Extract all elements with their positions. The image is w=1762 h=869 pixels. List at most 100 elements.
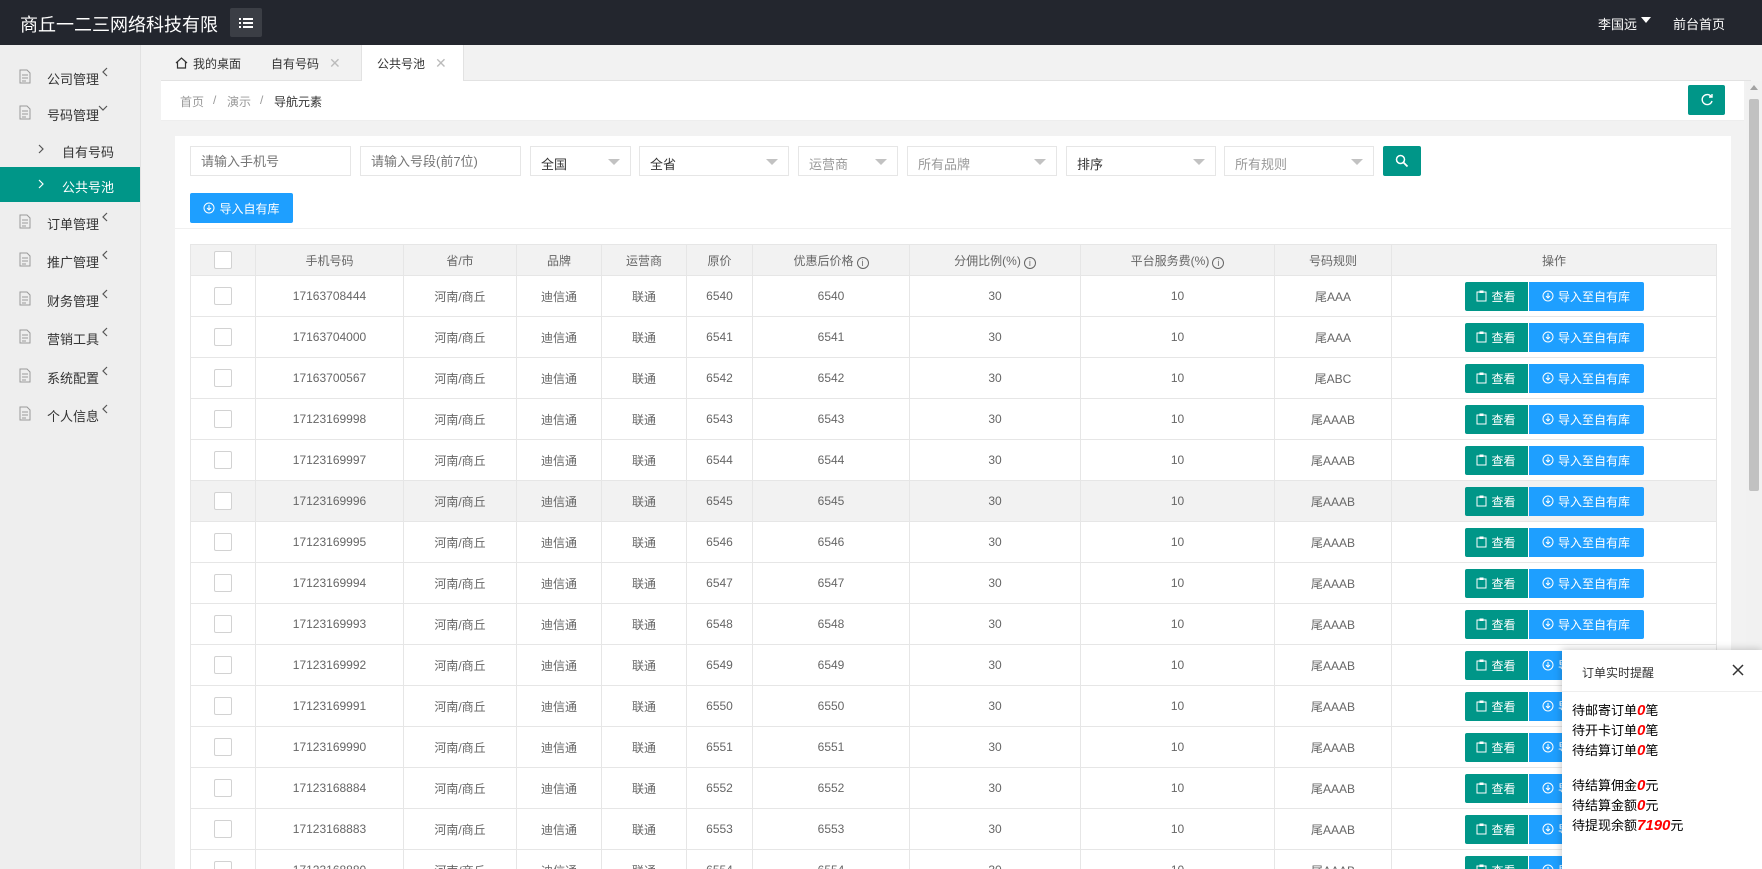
search-button[interactable] <box>1383 146 1421 176</box>
info-icon[interactable]: i <box>856 256 869 269</box>
tab-own-numbers[interactable]: 自有号码 ✕ <box>271 45 341 81</box>
view-button[interactable]: 查看 <box>1464 568 1528 598</box>
row-checkbox[interactable] <box>214 779 232 797</box>
view-button[interactable]: 查看 <box>1464 814 1528 844</box>
tab-bar: 我的桌面 自有号码 ✕ 公共号池 ✕ <box>161 45 1751 82</box>
row-checkbox[interactable] <box>214 615 232 633</box>
row-checkbox-cell[interactable] <box>190 398 256 440</box>
download-circle-icon <box>1542 864 1554 869</box>
info-icon[interactable]: i <box>1023 256 1036 269</box>
row-checkbox-cell[interactable] <box>190 644 256 686</box>
view-button[interactable]: 查看 <box>1464 322 1528 352</box>
sort-select[interactable]: 排序 <box>1066 146 1216 176</box>
sidebar-item-1[interactable]: 公司管理 <box>0 58 140 94</box>
close-icon[interactable]: ✕ <box>329 55 341 72</box>
import-own-button[interactable]: 导入自有库 <box>190 193 293 223</box>
refresh-button[interactable] <box>1688 85 1725 115</box>
scrollbar-thumb[interactable] <box>1749 99 1759 491</box>
tab-desktop[interactable]: 我的桌面 <box>175 45 241 81</box>
caret-down-icon[interactable] <box>1641 17 1651 23</box>
row-checkbox[interactable] <box>214 533 232 551</box>
close-icon[interactable]: ✕ <box>435 55 447 72</box>
row-checkbox[interactable] <box>214 451 232 469</box>
row-checkbox[interactable] <box>214 574 232 592</box>
row-checkbox[interactable] <box>214 492 232 510</box>
select-value: 所有规则 <box>1235 157 1288 172</box>
row-checkbox-cell[interactable] <box>190 316 256 358</box>
sidebar-item-4[interactable]: 推广管理 <box>0 241 140 277</box>
row-checkbox-cell[interactable] <box>190 767 256 809</box>
view-button[interactable]: 查看 <box>1464 732 1528 762</box>
row-checkbox[interactable] <box>214 738 232 756</box>
import-to-own-button[interactable]: 导入至自有库 <box>1528 281 1644 311</box>
select-all-checkbox[interactable] <box>214 251 232 269</box>
import-to-own-button[interactable]: 导入至自有库 <box>1528 445 1644 475</box>
tab-public-pool[interactable]: 公共号池 ✕ <box>361 45 464 82</box>
row-checkbox-cell[interactable] <box>190 480 256 522</box>
sidebar-item-2[interactable]: 号码管理 <box>0 94 140 130</box>
table-cell: 30 <box>909 357 1081 399</box>
rule-select[interactable]: 所有规则 <box>1224 146 1374 176</box>
phone-input[interactable] <box>190 146 351 176</box>
sidebar-item-8[interactable]: 个人信息 <box>0 395 140 431</box>
info-icon[interactable]: i <box>1212 256 1225 269</box>
segment-input[interactable] <box>360 146 521 176</box>
row-checkbox-cell[interactable] <box>190 603 256 645</box>
row-checkbox[interactable] <box>214 287 232 305</box>
province-select[interactable]: 全省 <box>639 146 789 176</box>
view-button[interactable]: 查看 <box>1464 486 1528 516</box>
import-to-own-button[interactable]: 导入至自有库 <box>1528 322 1644 352</box>
brand-select[interactable]: 所有品牌 <box>907 146 1057 176</box>
scroll-up-icon[interactable] <box>1750 85 1758 90</box>
front-home-link[interactable]: 前台首页 <box>1673 14 1725 33</box>
carrier-select[interactable]: 运营商 <box>798 146 898 176</box>
row-checkbox-cell[interactable] <box>190 521 256 563</box>
view-button[interactable]: 查看 <box>1464 650 1528 680</box>
import-to-own-button[interactable]: 导入至自有库 <box>1528 609 1644 639</box>
sidebar-item-5[interactable]: 财务管理 <box>0 280 140 316</box>
view-button[interactable]: 查看 <box>1464 445 1528 475</box>
user-menu[interactable]: 李国远 <box>1598 14 1637 33</box>
row-checkbox[interactable] <box>214 697 232 715</box>
sidebar-subitem-1[interactable]: 自有号码 <box>0 132 140 167</box>
row-checkbox-cell[interactable] <box>190 808 256 850</box>
view-button[interactable]: 查看 <box>1464 773 1528 803</box>
breadcrumb-demo[interactable]: 演示 <box>227 93 251 110</box>
import-to-own-button[interactable]: 导入至自有库 <box>1528 486 1644 516</box>
view-button[interactable]: 查看 <box>1464 691 1528 721</box>
close-icon[interactable] <box>1730 662 1746 678</box>
view-button[interactable]: 查看 <box>1464 527 1528 557</box>
breadcrumb-current: 导航元素 <box>274 95 323 109</box>
breadcrumb-home[interactable]: 首页 <box>180 93 204 110</box>
row-checkbox-cell[interactable] <box>190 726 256 768</box>
view-button[interactable]: 查看 <box>1464 609 1528 639</box>
header-checkbox-cell[interactable] <box>190 244 256 276</box>
sidebar-subitem-2[interactable]: 公共号池 <box>0 167 140 202</box>
sidebar-item-6[interactable]: 营销工具 <box>0 318 140 354</box>
view-button[interactable]: 查看 <box>1464 281 1528 311</box>
row-checkbox-cell[interactable] <box>190 849 256 869</box>
country-select[interactable]: 全国 <box>530 146 631 176</box>
row-checkbox-cell[interactable] <box>190 439 256 481</box>
row-checkbox-cell[interactable] <box>190 685 256 727</box>
row-checkbox[interactable] <box>214 369 232 387</box>
row-checkbox[interactable] <box>214 861 232 869</box>
row-checkbox[interactable] <box>214 328 232 346</box>
import-to-own-button[interactable]: 导入至自有库 <box>1528 363 1644 393</box>
row-checkbox[interactable] <box>214 410 232 428</box>
row-checkbox-cell[interactable] <box>190 275 256 317</box>
import-to-own-button[interactable]: 导入至自有库 <box>1528 568 1644 598</box>
view-button[interactable]: 查看 <box>1464 404 1528 434</box>
import-to-own-button[interactable]: 导入至自有库 <box>1528 527 1644 557</box>
sidebar-item-7[interactable]: 系统配置 <box>0 357 140 393</box>
view-button[interactable]: 查看 <box>1464 855 1528 869</box>
menu-toggle-button[interactable] <box>230 8 262 37</box>
button-label: 查看 <box>1491 658 1516 673</box>
import-to-own-button[interactable]: 导入至自有库 <box>1528 404 1644 434</box>
row-checkbox-cell[interactable] <box>190 562 256 604</box>
row-checkbox[interactable] <box>214 820 232 838</box>
sidebar-item-3[interactable]: 订单管理 <box>0 203 140 239</box>
row-checkbox[interactable] <box>214 656 232 674</box>
row-checkbox-cell[interactable] <box>190 357 256 399</box>
view-button[interactable]: 查看 <box>1464 363 1528 393</box>
